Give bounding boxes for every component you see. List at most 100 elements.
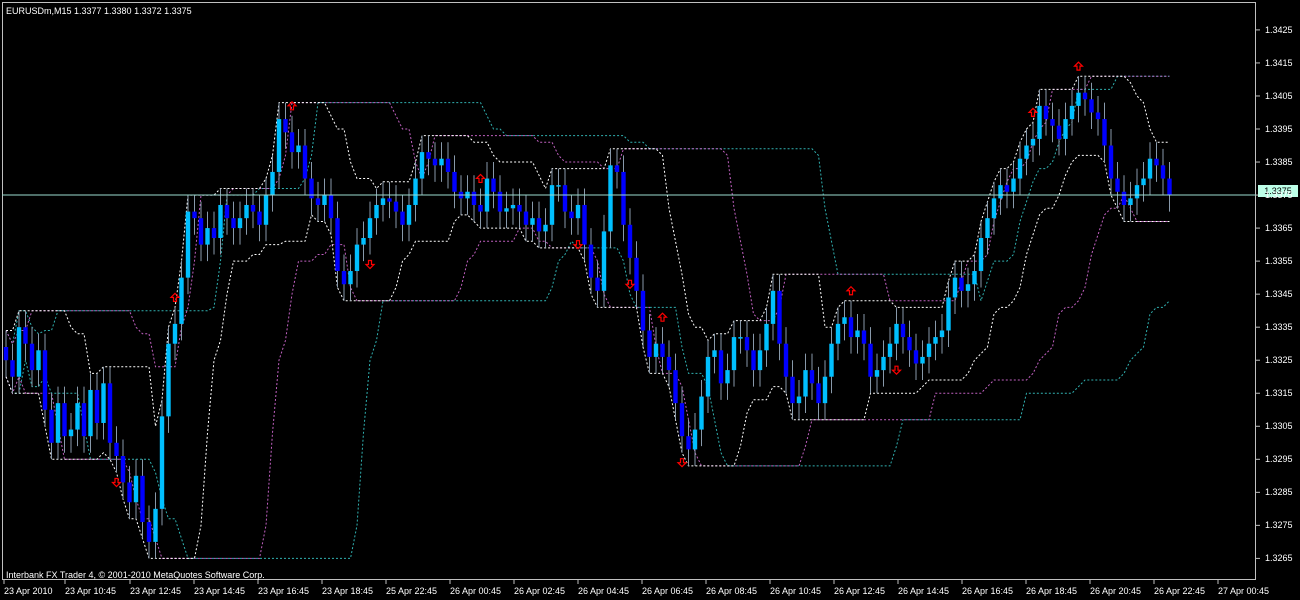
candle-body	[218, 204, 223, 238]
time-tick-label: 26 Apr 16:45	[962, 586, 1014, 596]
candle-body	[42, 350, 48, 410]
candle-body	[413, 178, 418, 205]
candle-body	[1115, 178, 1120, 192]
candle-body	[328, 195, 334, 219]
down-arrow-signal	[891, 365, 902, 376]
price-tick-label: 1.3415	[1265, 57, 1293, 68]
candle-body	[211, 228, 217, 238]
candle-body	[419, 152, 425, 179]
candle-body	[276, 119, 282, 172]
candle-body	[575, 204, 581, 219]
down-arrow-signal	[624, 279, 636, 290]
candle-body	[172, 323, 178, 344]
candle-body	[23, 327, 28, 344]
candle-body	[1082, 92, 1088, 100]
candle-body	[250, 204, 256, 212]
candle-body	[55, 403, 61, 443]
candle-body	[244, 204, 249, 219]
candle-body	[224, 204, 230, 219]
candle-body	[367, 218, 373, 238]
chart-window[interactable]: EURUSDm,M15 1.3377 1.3380 1.3372 1.3375 …	[0, 0, 1300, 600]
candle-body	[907, 337, 912, 351]
time-tick-label: 26 Apr 10:45	[770, 586, 822, 596]
candle-body	[660, 343, 665, 357]
candle-body	[920, 356, 925, 364]
candle-body	[998, 185, 1003, 199]
candle-body	[666, 356, 672, 371]
time-tick-label: 23 Apr 14:45	[194, 586, 246, 596]
candle-body	[679, 403, 685, 437]
price-tick-label: 1.3365	[1265, 223, 1293, 234]
candle-body	[439, 158, 444, 166]
candle-body	[562, 185, 568, 212]
candle-body	[985, 218, 990, 238]
candle-body	[237, 218, 243, 229]
candle-body	[62, 403, 67, 437]
down-arrow-signal	[364, 259, 376, 270]
time-tick-label: 27 Apr 00:45	[1218, 586, 1270, 596]
time-tick-label: 23 Apr 12:45	[130, 586, 182, 596]
candle-body	[114, 442, 119, 456]
down-arrow-signal	[111, 477, 122, 488]
candle-body	[627, 224, 633, 258]
candle-body	[361, 238, 366, 245]
candle-body	[504, 208, 509, 212]
candle-body	[946, 297, 951, 331]
candle-body	[712, 350, 717, 357]
time-tick-label: 26 Apr 22:45	[1154, 586, 1206, 596]
candle-body	[705, 356, 711, 397]
candle-body	[289, 132, 295, 153]
candle-body	[1050, 119, 1055, 126]
candle-body	[751, 350, 756, 371]
candle-body	[692, 429, 698, 450]
candle-body	[913, 350, 919, 364]
candle-body	[1128, 198, 1133, 205]
candle-body	[1089, 99, 1094, 113]
candle-body	[1063, 119, 1068, 139]
price-tick-label: 1.3355	[1265, 256, 1293, 267]
candle-body	[1121, 191, 1127, 205]
price-chart[interactable]	[0, 0, 1300, 600]
candle-body	[653, 343, 659, 357]
candle-body	[1030, 138, 1036, 146]
candle-body	[881, 356, 886, 371]
up-arrow-signal	[475, 173, 486, 184]
candle-body	[75, 403, 80, 430]
time-tick-label: 26 Apr 20:45	[1090, 586, 1142, 596]
candle-body	[640, 290, 646, 331]
candle-body	[478, 204, 483, 212]
time-tick-label: 25 Apr 22:45	[386, 586, 438, 596]
candle-body	[1160, 165, 1166, 179]
price-tick-label: 1.3295	[1265, 454, 1293, 465]
candle-body	[68, 429, 74, 437]
candle-body	[354, 244, 360, 272]
candle-body	[549, 185, 555, 225]
candle-body	[855, 330, 860, 338]
candle-body	[978, 238, 984, 272]
candle-body	[426, 152, 431, 159]
candle-body	[166, 343, 171, 417]
price-tick-label: 1.3315	[1265, 388, 1293, 399]
price-tick-label: 1.3305	[1265, 421, 1293, 432]
candle-body	[3, 347, 9, 361]
candle-body	[972, 271, 977, 285]
candle-body	[874, 370, 880, 377]
candle-body	[1043, 105, 1049, 120]
candle-body	[49, 409, 54, 443]
candle-body	[757, 350, 763, 371]
candle-body	[374, 204, 379, 219]
candle-body	[101, 383, 106, 423]
price-tick-label: 1.3425	[1265, 24, 1293, 35]
candle-body	[536, 218, 542, 232]
up-arrow-signal	[169, 292, 181, 302]
candle-body	[952, 277, 958, 298]
candle-body	[601, 231, 607, 291]
price-tick-label: 1.3285	[1265, 487, 1293, 498]
candle-body	[790, 376, 795, 404]
candle-body	[159, 416, 165, 509]
candle-body	[192, 211, 197, 219]
candle-body	[673, 370, 678, 404]
candle-body	[81, 403, 87, 437]
candle-body	[783, 343, 789, 377]
time-tick-label: 26 Apr 00:45	[450, 586, 502, 596]
